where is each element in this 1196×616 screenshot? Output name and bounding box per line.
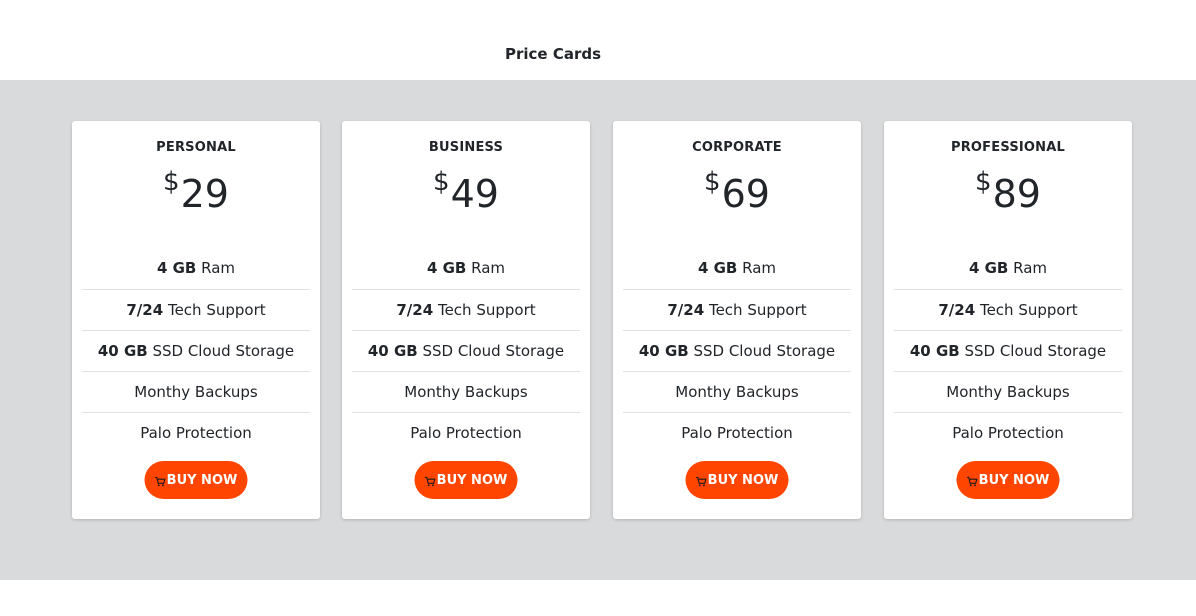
feature-item: Palo Protection — [894, 412, 1122, 453]
buy-now-label: BUY NOW — [436, 472, 508, 488]
currency-symbol: $ — [975, 167, 992, 197]
feature-label: Palo Protection — [140, 424, 252, 442]
feature-label: Ram — [471, 259, 506, 277]
plan-name: PROFESSIONAL — [950, 140, 1065, 155]
feature-value: 7/24 — [938, 301, 976, 319]
feature-item: Palo Protection — [352, 412, 580, 453]
plan-name: PERSONAL — [156, 140, 236, 155]
buy-now-button[interactable]: BUY NOW — [414, 461, 518, 499]
pricing-section: PERSONAL $29 4 GB Ram 7/24 Tech Support … — [0, 80, 1196, 580]
feature-item: 7/24 Tech Support — [352, 289, 580, 330]
plan-price: $29 — [72, 165, 320, 223]
feature-label: Monthy Backups — [404, 383, 528, 401]
feature-item: Monthy Backups — [623, 371, 851, 412]
cart-icon — [967, 476, 978, 486]
buy-now-button[interactable]: BUY NOW — [956, 461, 1060, 499]
feature-label: Ram — [201, 259, 236, 277]
feature-value: 40 GB — [909, 342, 960, 360]
feature-value: 4 GB — [156, 259, 197, 277]
plan-name: CORPORATE — [692, 140, 782, 155]
feature-label: Monthy Backups — [946, 383, 1070, 401]
price-amount: 69 — [721, 172, 770, 216]
feature-item: 40 GB SSD Cloud Storage — [894, 330, 1122, 371]
feature-label: Ram — [742, 259, 777, 277]
feature-item: Palo Protection — [82, 412, 310, 453]
feature-item: Palo Protection — [623, 412, 851, 453]
plan-name: BUSINESS — [428, 140, 504, 155]
feature-item: Monthy Backups — [352, 371, 580, 412]
buy-now-button[interactable]: BUY NOW — [685, 461, 789, 499]
plan-price: $89 — [884, 165, 1132, 223]
feature-item: Monthy Backups — [82, 371, 310, 412]
feature-label: SSD Cloud Storage — [422, 342, 565, 360]
feature-label: Tech Support — [167, 301, 266, 319]
feature-label: Ram — [1013, 259, 1048, 277]
feature-item: 40 GB SSD Cloud Storage — [82, 330, 310, 371]
feature-value: 7/24 — [667, 301, 705, 319]
feature-item: 7/24 Tech Support — [894, 289, 1122, 330]
page-title: Price Cards — [505, 45, 602, 63]
feature-list: 4 GB Ram 7/24 Tech Support 40 GB SSD Clo… — [623, 248, 851, 453]
feature-value: 40 GB — [97, 342, 148, 360]
feature-item: 7/24 Tech Support — [623, 289, 851, 330]
buy-now-button[interactable]: BUY NOW — [144, 461, 248, 499]
price-card-corporate: CORPORATE $69 4 GB Ram 7/24 Tech Support… — [613, 121, 861, 519]
feature-label: Monthy Backups — [675, 383, 799, 401]
feature-label: SSD Cloud Storage — [964, 342, 1107, 360]
feature-item: Monthy Backups — [894, 371, 1122, 412]
feature-item: 4 GB Ram — [352, 248, 580, 289]
price-card-personal: PERSONAL $29 4 GB Ram 7/24 Tech Support … — [72, 121, 320, 519]
page-header: Price Cards — [0, 0, 1196, 80]
currency-symbol: $ — [433, 167, 450, 197]
feature-value: 4 GB — [968, 259, 1009, 277]
feature-list: 4 GB Ram 7/24 Tech Support 40 GB SSD Clo… — [894, 248, 1122, 453]
feature-label: SSD Cloud Storage — [693, 342, 836, 360]
feature-label: SSD Cloud Storage — [152, 342, 295, 360]
feature-value: 40 GB — [367, 342, 418, 360]
cart-icon — [696, 476, 707, 486]
feature-label: Tech Support — [708, 301, 807, 319]
feature-list: 4 GB Ram 7/24 Tech Support 40 GB SSD Clo… — [82, 248, 310, 453]
feature-value: 4 GB — [697, 259, 738, 277]
buy-now-label: BUY NOW — [978, 472, 1050, 488]
feature-label: Tech Support — [437, 301, 536, 319]
feature-label: Palo Protection — [952, 424, 1064, 442]
feature-value: 7/24 — [126, 301, 164, 319]
feature-label: Tech Support — [979, 301, 1078, 319]
feature-value: 7/24 — [396, 301, 434, 319]
plan-price: $49 — [342, 165, 590, 223]
price-card-business: BUSINESS $49 4 GB Ram 7/24 Tech Support … — [342, 121, 590, 519]
feature-item: 40 GB SSD Cloud Storage — [352, 330, 580, 371]
feature-item: 4 GB Ram — [894, 248, 1122, 289]
price-card-professional: PROFESSIONAL $89 4 GB Ram 7/24 Tech Supp… — [884, 121, 1132, 519]
feature-list: 4 GB Ram 7/24 Tech Support 40 GB SSD Clo… — [352, 248, 580, 453]
feature-label: Palo Protection — [410, 424, 522, 442]
price-amount: 29 — [180, 172, 229, 216]
feature-item: 7/24 Tech Support — [82, 289, 310, 330]
buy-now-label: BUY NOW — [707, 472, 779, 488]
page-footer — [0, 580, 1196, 616]
feature-item: 40 GB SSD Cloud Storage — [623, 330, 851, 371]
feature-value: 40 GB — [638, 342, 689, 360]
plan-price: $69 — [613, 165, 861, 223]
price-amount: 89 — [992, 172, 1041, 216]
price-amount: 49 — [450, 172, 499, 216]
cart-icon — [155, 476, 166, 486]
cart-icon — [425, 476, 436, 486]
feature-value: 4 GB — [426, 259, 467, 277]
feature-item: 4 GB Ram — [82, 248, 310, 289]
feature-item: 4 GB Ram — [623, 248, 851, 289]
currency-symbol: $ — [163, 167, 180, 197]
buy-now-label: BUY NOW — [166, 472, 238, 488]
currency-symbol: $ — [704, 167, 721, 197]
feature-label: Monthy Backups — [134, 383, 258, 401]
feature-label: Palo Protection — [681, 424, 793, 442]
